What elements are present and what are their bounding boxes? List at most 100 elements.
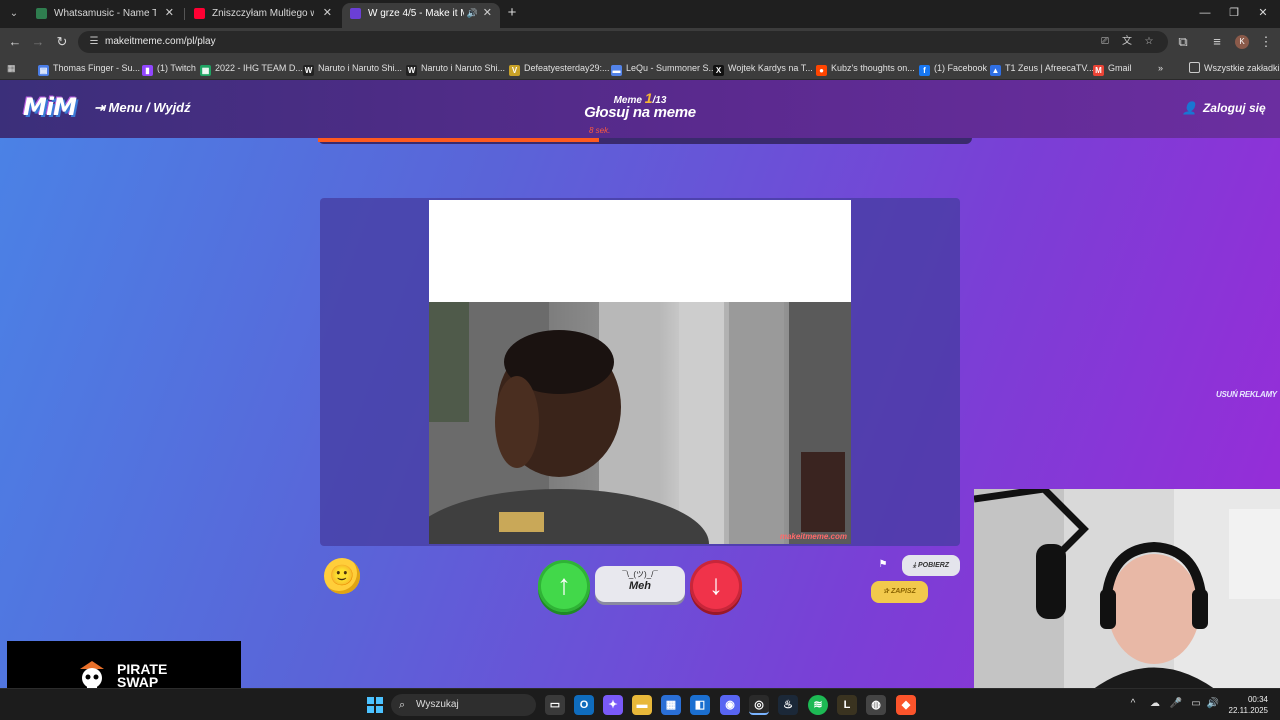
tab-youtube-video[interactable]: Zniszczyłam Multiego w bitwie ✕ xyxy=(186,3,340,28)
outlook-icon[interactable]: O xyxy=(574,695,594,715)
search-placeholder: Wyszukaj xyxy=(416,699,459,710)
network-icon[interactable]: ▭ xyxy=(1189,697,1203,711)
bookmark-item[interactable]: V Defeatyesterday29:... xyxy=(509,60,610,76)
windows-start-icon[interactable] xyxy=(367,697,383,713)
downvote-button[interactable]: ↓ xyxy=(690,560,742,612)
wikipedia-icon: W xyxy=(406,65,417,76)
close-window-icon[interactable]: ✕ xyxy=(1254,5,1272,21)
forward-icon[interactable]: → xyxy=(30,34,46,50)
clock-time: 00:34 xyxy=(1247,695,1268,704)
obs-icon[interactable]: ◍ xyxy=(866,695,886,715)
file-explorer-icon[interactable]: ▬ xyxy=(632,695,652,715)
tab-search-chevron-icon[interactable]: ⌄ xyxy=(5,5,23,23)
emoji-reaction-button[interactable]: 🙂 xyxy=(324,558,360,594)
extensions-icon[interactable]: ⧉ xyxy=(1175,34,1191,50)
wikipedia-icon: W xyxy=(303,65,314,76)
restore-icon[interactable]: ❐ xyxy=(1225,5,1243,21)
meme-image: makeitmeme.com xyxy=(429,302,851,544)
save-label: ZAPISZ xyxy=(890,588,916,595)
upvote-button[interactable]: ↑ xyxy=(538,560,590,612)
sheets-icon: ▦ xyxy=(200,65,211,76)
discord-icon[interactable]: ◉ xyxy=(720,695,740,715)
meh-label: Meh xyxy=(629,580,651,592)
tray-overflow-icon[interactable]: ^ xyxy=(1126,697,1140,711)
bookmark-item[interactable]: M Gmail xyxy=(1093,60,1132,76)
countdown-timer: 8 sek. xyxy=(589,126,611,135)
remove-ads-link[interactable]: USUŃ REKLAMY xyxy=(1216,390,1277,399)
bookmark-item[interactable]: W Naruto i Naruto Shi... xyxy=(303,60,402,76)
bookmark-item[interactable]: X Wojtek Kardys na T... xyxy=(713,60,813,76)
bookmarks-bar: ▦ ▤ Thomas Finger - Su... ▮ (1) Twitch ▦ 20… xyxy=(0,56,1280,80)
microphone-icon[interactable]: 🎤 xyxy=(1169,697,1183,711)
taskbar-search-input[interactable]: ⌕ Wyszukaj xyxy=(391,694,536,716)
spotify-icon[interactable]: ≋ xyxy=(808,695,828,715)
league-client-icon[interactable]: L xyxy=(837,695,857,715)
bookmark-item[interactable]: ▮ (1) Twitch xyxy=(142,60,196,76)
bookmark-item[interactable]: f (1) Facebook xyxy=(919,60,987,76)
system-clock[interactable]: 00:34 22.11.2025 xyxy=(1226,694,1268,716)
login-label: Zaloguj się xyxy=(1202,101,1266,115)
bookmark-label: Naruto i Naruto Shi... xyxy=(421,63,506,73)
install-app-icon[interactable]: ⎚ xyxy=(1098,35,1112,49)
bookmark-item[interactable]: ▦ 2022 - IHG TEAM D... xyxy=(200,60,303,76)
bookmark-star-icon[interactable]: ☆ xyxy=(1142,35,1156,49)
profile-avatar[interactable]: K xyxy=(1235,35,1249,49)
new-tab-button[interactable]: + xyxy=(505,4,519,22)
tab-strip: ⌄ Whatsamusic - Name That Tune ✕ Zniszcz… xyxy=(0,0,1280,28)
back-icon[interactable]: ← xyxy=(7,34,23,50)
docs-icon: ▤ xyxy=(38,65,49,76)
gmail-icon: M xyxy=(1093,65,1104,76)
tab-close-icon[interactable]: ✕ xyxy=(323,3,332,24)
arrow-down-icon: ↓ xyxy=(709,569,723,600)
chrome-icon[interactable]: ◎ xyxy=(749,695,769,715)
apps-grid-icon[interactable]: ▦ xyxy=(7,60,16,76)
smiling-emoji-icon: 🙂 xyxy=(329,565,355,587)
page-title: Głosuj na meme xyxy=(584,104,696,121)
tab-close-icon[interactable]: ✕ xyxy=(483,3,492,24)
report-flag-icon[interactable]: ⚑ xyxy=(876,558,890,572)
tab-close-icon[interactable]: ✕ xyxy=(165,3,174,24)
download-label: POBIERZ xyxy=(917,562,950,569)
site-logo[interactable]: MiM xyxy=(23,93,77,121)
tray-app-icon[interactable]: ☁ xyxy=(1148,697,1162,711)
volume-icon[interactable]: 🔊 xyxy=(1206,697,1220,711)
login-button[interactable]: 👤 Zaloguj się xyxy=(1182,101,1266,115)
webcam-feed xyxy=(974,489,1280,696)
meme-panel: makeitmeme.com xyxy=(320,198,960,546)
save-button[interactable]: ✰ ZAPISZ xyxy=(871,581,928,603)
reload-icon[interactable]: ↻ xyxy=(54,34,70,50)
bookmark-item[interactable]: ● Kubz's thoughts on... xyxy=(816,60,915,76)
microsoft-store-icon[interactable]: ▦ xyxy=(661,695,681,715)
steam-icon[interactable]: ♨ xyxy=(778,695,798,715)
download-button[interactable]: ⤓ POBIERZ xyxy=(902,555,960,576)
task-view-icon[interactable]: ▭ xyxy=(545,695,565,715)
tab-whatsamusic[interactable]: Whatsamusic - Name That Tune ✕ xyxy=(28,3,182,28)
tab-make-it-meme[interactable]: W grze 4/5 - Make it Meme 🔊 ✕ xyxy=(342,3,500,28)
bookmark-label: Defeatyesterday29:... xyxy=(524,63,610,73)
search-icon: ⌕ xyxy=(399,699,406,711)
address-bar[interactable]: ☰ makeitmeme.com/pl/play ⎚ 文 ☆ xyxy=(78,31,1168,53)
bookmark-item[interactable]: ▬ LeQu - Summoner S... xyxy=(611,60,716,76)
all-bookmarks-folder[interactable]: Wszystkie zakładki xyxy=(1189,60,1280,76)
menu-exit-button[interactable]: ⇥ Menu / Wyjdź xyxy=(94,100,191,116)
meh-vote-button[interactable]: ¯\_(ツ)_/¯ Meh xyxy=(595,566,685,602)
reading-list-icon[interactable]: ≡ xyxy=(1209,34,1225,50)
bookmark-item[interactable]: ▤ Thomas Finger - Su... xyxy=(38,60,140,76)
translate-icon[interactable]: 文 xyxy=(1120,35,1134,49)
url-text[interactable]: makeitmeme.com/pl/play xyxy=(105,31,216,53)
minimize-icon[interactable]: — xyxy=(1196,5,1214,21)
windows-taskbar: ⌕ Wyszukaj ▭ O ✦ ▬ ▦ ◧ ◉ ◎ ♨ ≋ L ◍ ◆ ^ ☁… xyxy=(0,688,1280,720)
tab-title: Whatsamusic - Name That Tune xyxy=(54,8,156,19)
more-bookmarks-icon[interactable]: » xyxy=(1158,60,1163,76)
photos-icon[interactable]: ◧ xyxy=(690,695,710,715)
bookmark-item[interactable]: ▲ T1 Zeus | AfreecaTV... xyxy=(990,60,1094,76)
bookmark-item[interactable]: W Naruto i Naruto Shi... xyxy=(406,60,505,76)
brave-icon[interactable]: ◆ xyxy=(896,695,916,715)
user-icon: 👤 xyxy=(1182,101,1197,115)
more-menu-icon[interactable]: ⋮ xyxy=(1258,34,1274,50)
site-info-icon[interactable]: ☰ xyxy=(87,35,101,49)
youtube-favicon-icon xyxy=(194,8,205,19)
audio-playing-icon[interactable]: 🔊 xyxy=(467,3,478,24)
copilot-icon[interactable]: ✦ xyxy=(603,695,623,715)
bookmark-label: Gmail xyxy=(1108,63,1132,73)
